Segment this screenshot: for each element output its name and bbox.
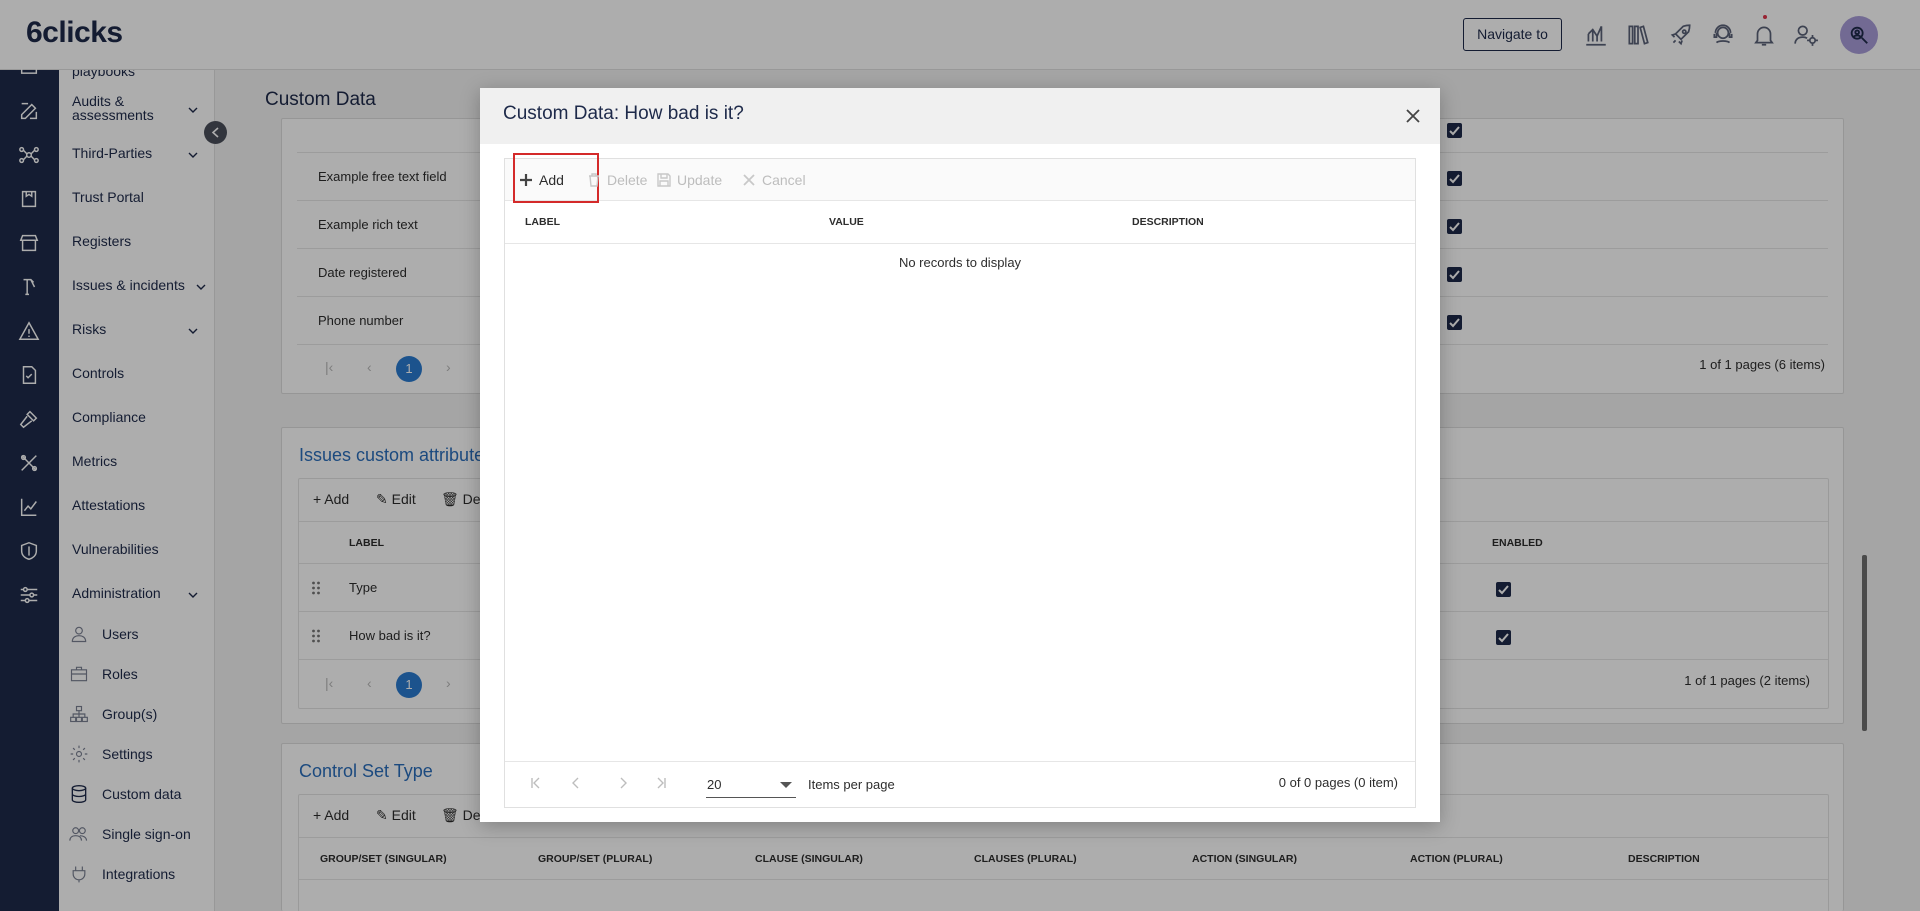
items-per-page-label: Items per page (808, 777, 895, 792)
delete-button[interactable]: Delete (587, 159, 647, 201)
page-size-value: 20 (707, 777, 722, 792)
grid-header: LABEL VALUE DESCRIPTION (505, 201, 1415, 244)
prev-page-icon[interactable] (570, 777, 582, 789)
close-icon (1406, 109, 1420, 123)
page-size-select[interactable]: 20 (706, 772, 796, 798)
next-page-icon[interactable] (617, 777, 629, 789)
empty-state-message: No records to display (898, 255, 1022, 270)
trash-icon (587, 161, 601, 187)
close-icon (742, 161, 756, 186)
close-button[interactable] (1402, 105, 1424, 127)
update-button[interactable]: Update (657, 159, 722, 201)
column-header-label[interactable]: LABEL (525, 216, 560, 228)
cancel-button[interactable]: Cancel (742, 159, 806, 201)
column-header-value[interactable]: VALUE (829, 216, 864, 228)
custom-data-dialog: Custom Data: How bad is it? Add Delete U… (480, 88, 1440, 822)
last-page-icon[interactable] (655, 777, 667, 789)
grid-pager: 20 Items per page 0 of 0 pages (0 item) (505, 761, 1415, 807)
grid-toolbar: Add Delete Update Cancel (505, 153, 1415, 203)
custom-data-grid: Add Delete Update Cancel LABEL VALUE DES… (504, 153, 1416, 808)
dialog-title: Custom Data: How bad is it? (503, 103, 744, 124)
dropdown-caret-icon (780, 782, 792, 788)
save-icon (657, 161, 671, 187)
column-header-description[interactable]: DESCRIPTION (1132, 216, 1204, 228)
page-info: 0 of 0 pages (0 item) (1278, 775, 1398, 790)
dialog-header: Custom Data: How bad is it? (480, 88, 1440, 144)
first-page-icon[interactable] (530, 777, 542, 789)
add-button[interactable]: Add (513, 153, 599, 203)
